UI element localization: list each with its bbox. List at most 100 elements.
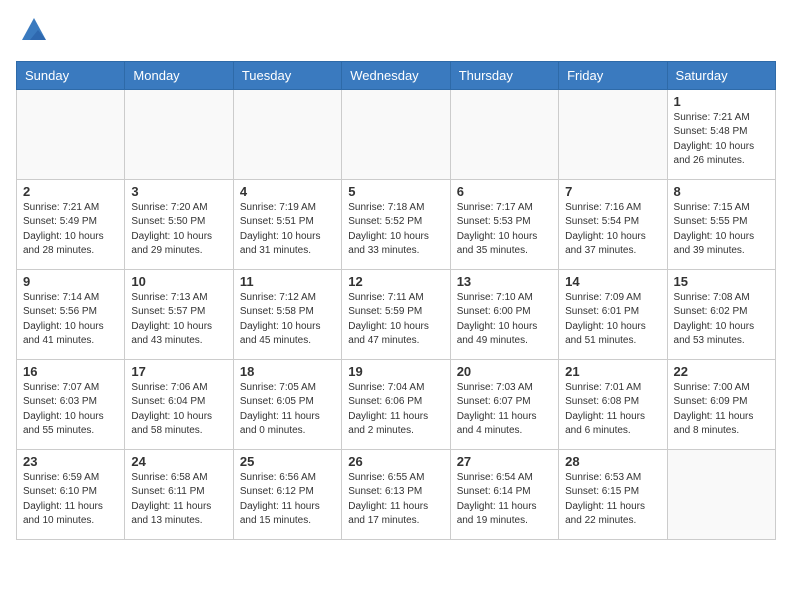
calendar-header-row: SundayMondayTuesdayWednesdayThursdayFrid… <box>17 61 776 89</box>
calendar-cell <box>559 89 667 179</box>
day-number: 7 <box>565 184 660 199</box>
day-info: Sunrise: 7:19 AM Sunset: 5:51 PM Dayligh… <box>240 201 335 259</box>
day-number: 21 <box>565 364 660 379</box>
calendar-cell: 21 Sunrise: 7:01 AM Sunset: 6:08 PM Dayli… <box>559 359 667 449</box>
day-number: 15 <box>674 274 769 289</box>
calendar-cell <box>342 89 450 179</box>
calendar-cell <box>17 89 125 179</box>
day-number: 22 <box>674 364 769 379</box>
day-info: Sunrise: 7:18 AM Sunset: 5:52 PM Dayligh… <box>348 201 443 259</box>
day-number: 9 <box>23 274 118 289</box>
calendar-cell: 9 Sunrise: 7:14 AM Sunset: 5:56 PM Daylig… <box>17 269 125 359</box>
day-number: 26 <box>348 454 443 469</box>
calendar-cell: 18Sunrise: 7:05 AM Sunset: 6:05 PM Dayli… <box>233 359 341 449</box>
calendar-week-row: 1 Sunrise: 7:21 AM Sunset: 5:48 PM Daylig… <box>17 89 776 179</box>
calendar-cell: 15 Sunrise: 7:08 AM Sunset: 6:02 PM Dayli… <box>667 269 775 359</box>
calendar-cell <box>450 89 558 179</box>
calendar-cell: 27 Sunrise: 6:54 AM Sunset: 6:14 PM Dayli… <box>450 449 558 539</box>
day-number: 24 <box>131 454 226 469</box>
calendar-week-row: 16Sunrise: 7:07 AM Sunset: 6:03 PM Dayli… <box>17 359 776 449</box>
day-number: 17 <box>131 364 226 379</box>
logo <box>16 16 48 49</box>
day-info: Sunrise: 6:53 AM Sunset: 6:15 PM Dayligh… <box>565 471 660 529</box>
column-header-wednesday: Wednesday <box>342 61 450 89</box>
calendar-cell: 4 Sunrise: 7:19 AM Sunset: 5:51 PM Daylig… <box>233 179 341 269</box>
day-info: Sunrise: 7:01 AM Sunset: 6:08 PM Dayligh… <box>565 381 660 439</box>
day-number: 8 <box>674 184 769 199</box>
day-info: Sunrise: 7:12 AM Sunset: 5:58 PM Dayligh… <box>240 291 335 349</box>
calendar-cell: 25 Sunrise: 6:56 AM Sunset: 6:12 PM Dayli… <box>233 449 341 539</box>
calendar-cell: 17 Sunrise: 7:06 AM Sunset: 6:04 PM Dayli… <box>125 359 233 449</box>
calendar-cell <box>233 89 341 179</box>
day-info: Sunrise: 7:04 AM Sunset: 6:06 PM Dayligh… <box>348 381 443 439</box>
day-info: Sunrise: 7:10 AM Sunset: 6:00 PM Dayligh… <box>457 291 552 349</box>
day-info: Sunrise: 7:16 AM Sunset: 5:54 PM Dayligh… <box>565 201 660 259</box>
day-info: Sunrise: 7:20 AM Sunset: 5:50 PM Dayligh… <box>131 201 226 259</box>
calendar-cell: 8 Sunrise: 7:15 AM Sunset: 5:55 PM Daylig… <box>667 179 775 269</box>
calendar-week-row: 9 Sunrise: 7:14 AM Sunset: 5:56 PM Daylig… <box>17 269 776 359</box>
day-number: 4 <box>240 184 335 199</box>
calendar-cell: 1 Sunrise: 7:21 AM Sunset: 5:48 PM Daylig… <box>667 89 775 179</box>
calendar-cell: 2Sunrise: 7:21 AM Sunset: 5:49 PM Daylig… <box>17 179 125 269</box>
column-header-thursday: Thursday <box>450 61 558 89</box>
calendar-cell: 19 Sunrise: 7:04 AM Sunset: 6:06 PM Dayli… <box>342 359 450 449</box>
day-number: 3 <box>131 184 226 199</box>
day-info: Sunrise: 7:11 AM Sunset: 5:59 PM Dayligh… <box>348 291 443 349</box>
calendar-cell: 23 Sunrise: 6:59 AM Sunset: 6:10 PM Dayli… <box>17 449 125 539</box>
day-number: 14 <box>565 274 660 289</box>
calendar-cell: 14 Sunrise: 7:09 AM Sunset: 6:01 PM Dayli… <box>559 269 667 359</box>
day-info: Sunrise: 6:54 AM Sunset: 6:14 PM Dayligh… <box>457 471 552 529</box>
column-header-sunday: Sunday <box>17 61 125 89</box>
calendar-cell: 28 Sunrise: 6:53 AM Sunset: 6:15 PM Dayli… <box>559 449 667 539</box>
column-header-tuesday: Tuesday <box>233 61 341 89</box>
day-number: 19 <box>348 364 443 379</box>
day-info: Sunrise: 7:08 AM Sunset: 6:02 PM Dayligh… <box>674 291 769 349</box>
day-number: 12 <box>348 274 443 289</box>
calendar-table: SundayMondayTuesdayWednesdayThursdayFrid… <box>16 61 776 540</box>
page-header <box>16 16 776 49</box>
calendar-cell: 12 Sunrise: 7:11 AM Sunset: 5:59 PM Dayli… <box>342 269 450 359</box>
day-number: 13 <box>457 274 552 289</box>
day-info: Sunrise: 6:59 AM Sunset: 6:10 PM Dayligh… <box>23 471 118 529</box>
day-number: 27 <box>457 454 552 469</box>
day-info: Sunrise: 6:55 AM Sunset: 6:13 PM Dayligh… <box>348 471 443 529</box>
calendar-cell: 3 Sunrise: 7:20 AM Sunset: 5:50 PM Daylig… <box>125 179 233 269</box>
day-number: 10 <box>131 274 226 289</box>
day-info: Sunrise: 7:14 AM Sunset: 5:56 PM Dayligh… <box>23 291 118 349</box>
day-number: 18 <box>240 364 335 379</box>
day-info: Sunrise: 7:21 AM Sunset: 5:48 PM Dayligh… <box>674 111 769 169</box>
day-info: Sunrise: 6:56 AM Sunset: 6:12 PM Dayligh… <box>240 471 335 529</box>
calendar-cell: 20 Sunrise: 7:03 AM Sunset: 6:07 PM Dayli… <box>450 359 558 449</box>
day-info: Sunrise: 7:17 AM Sunset: 5:53 PM Dayligh… <box>457 201 552 259</box>
day-number: 25 <box>240 454 335 469</box>
column-header-monday: Monday <box>125 61 233 89</box>
calendar-week-row: 23 Sunrise: 6:59 AM Sunset: 6:10 PM Dayli… <box>17 449 776 539</box>
day-info: Sunrise: 7:09 AM Sunset: 6:01 PM Dayligh… <box>565 291 660 349</box>
day-info: Sunrise: 6:58 AM Sunset: 6:11 PM Dayligh… <box>131 471 226 529</box>
calendar-cell <box>125 89 233 179</box>
day-info: Sunrise: 7:13 AM Sunset: 5:57 PM Dayligh… <box>131 291 226 349</box>
calendar-cell: 10 Sunrise: 7:13 AM Sunset: 5:57 PM Dayli… <box>125 269 233 359</box>
day-number: 20 <box>457 364 552 379</box>
day-number: 23 <box>23 454 118 469</box>
calendar-cell: 6Sunrise: 7:17 AM Sunset: 5:53 PM Daylig… <box>450 179 558 269</box>
day-number: 28 <box>565 454 660 469</box>
logo-icon <box>20 16 48 44</box>
calendar-cell: 5 Sunrise: 7:18 AM Sunset: 5:52 PM Daylig… <box>342 179 450 269</box>
day-info: Sunrise: 7:15 AM Sunset: 5:55 PM Dayligh… <box>674 201 769 259</box>
calendar-cell <box>667 449 775 539</box>
day-info: Sunrise: 7:03 AM Sunset: 6:07 PM Dayligh… <box>457 381 552 439</box>
calendar-cell: 16Sunrise: 7:07 AM Sunset: 6:03 PM Dayli… <box>17 359 125 449</box>
day-info: Sunrise: 7:06 AM Sunset: 6:04 PM Dayligh… <box>131 381 226 439</box>
day-number: 5 <box>348 184 443 199</box>
calendar-week-row: 2Sunrise: 7:21 AM Sunset: 5:49 PM Daylig… <box>17 179 776 269</box>
day-number: 2 <box>23 184 118 199</box>
day-number: 11 <box>240 274 335 289</box>
column-header-saturday: Saturday <box>667 61 775 89</box>
calendar-cell: 7 Sunrise: 7:16 AM Sunset: 5:54 PM Daylig… <box>559 179 667 269</box>
day-number: 1 <box>674 94 769 109</box>
column-header-friday: Friday <box>559 61 667 89</box>
calendar-cell: 11 Sunrise: 7:12 AM Sunset: 5:58 PM Dayli… <box>233 269 341 359</box>
calendar-cell: 24 Sunrise: 6:58 AM Sunset: 6:11 PM Dayli… <box>125 449 233 539</box>
day-info: Sunrise: 7:07 AM Sunset: 6:03 PM Dayligh… <box>23 381 118 439</box>
